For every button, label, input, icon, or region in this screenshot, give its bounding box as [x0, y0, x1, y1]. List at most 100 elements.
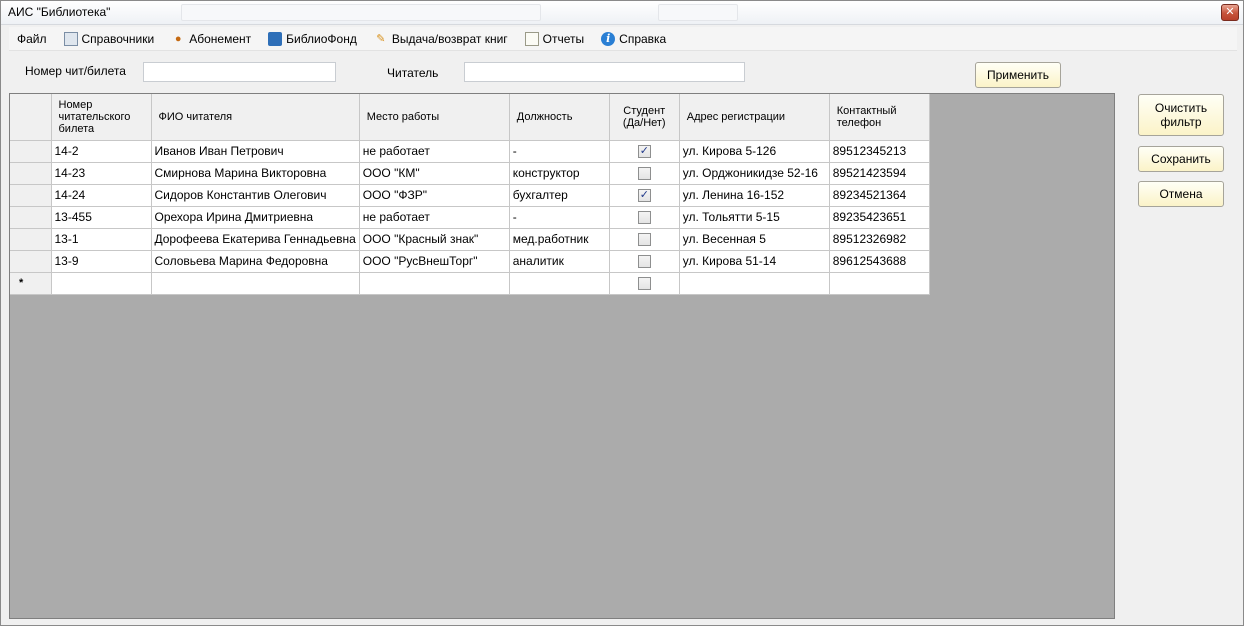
student-checkbox[interactable]: [637, 167, 651, 181]
student-checkbox[interactable]: [637, 144, 651, 159]
cell-phone[interactable]: [829, 272, 930, 295]
cell-work[interactable]: ООО "РусВнешТорг": [359, 250, 510, 273]
cell-ticket[interactable]: 14-24: [51, 184, 152, 207]
cell-phone[interactable]: 89612543688: [829, 250, 930, 273]
cell-address[interactable]: ул. Орджоникидзе 52-16: [679, 162, 830, 185]
cell-student[interactable]: [609, 250, 680, 273]
student-checkbox[interactable]: [637, 277, 651, 291]
cell-address[interactable]: ул. Ленина 16-152: [679, 184, 830, 207]
cell-ticket[interactable]: [51, 272, 152, 295]
cell-work[interactable]: не работает: [359, 206, 510, 229]
cell-position[interactable]: бухгалтер: [509, 184, 610, 207]
title-bar: АИС "Библиотека" ✕: [1, 1, 1243, 25]
new-row[interactable]: *: [10, 272, 930, 295]
cell-phone[interactable]: 89235423651: [829, 206, 930, 229]
cell-phone[interactable]: 89521423594: [829, 162, 930, 185]
cell-name[interactable]: Смирнова Марина Викторовна: [151, 162, 360, 185]
column-header-ticket[interactable]: Номер читательского билета: [51, 94, 152, 141]
cell-work[interactable]: ООО "ФЗР": [359, 184, 510, 207]
student-checkbox[interactable]: [637, 233, 651, 247]
row-header[interactable]: [10, 250, 52, 273]
row-header[interactable]: [10, 184, 52, 207]
student-checkbox[interactable]: [637, 188, 651, 203]
cell-address[interactable]: ул. Тольятти 5-15: [679, 206, 830, 229]
cell-name[interactable]: [151, 272, 360, 295]
cell-name[interactable]: Соловьева Марина Федоровна: [151, 250, 360, 273]
menu-subscription[interactable]: ● Абонемент: [163, 28, 260, 50]
menu-reports[interactable]: Отчеты: [517, 28, 593, 50]
close-button[interactable]: ✕: [1221, 4, 1239, 21]
column-header-phone[interactable]: Контактный телефон: [829, 94, 930, 141]
cell-address[interactable]: [679, 272, 830, 295]
cell-ticket[interactable]: 13-9: [51, 250, 152, 273]
cell-ticket[interactable]: 13-455: [51, 206, 152, 229]
row-header[interactable]: [10, 162, 52, 185]
cell-name[interactable]: Орехора Ирина Дмитриевна: [151, 206, 360, 229]
cell-position[interactable]: -: [509, 206, 610, 229]
cell-work[interactable]: ООО "Красный знак": [359, 228, 510, 251]
table-row[interactable]: 13-455 Орехора Ирина Дмитриевна не работ…: [10, 206, 930, 229]
background-window-ghost: [658, 4, 738, 21]
column-header-student[interactable]: Студент (Да/Нет): [609, 94, 680, 141]
pencil-icon: ✎: [376, 33, 386, 45]
cell-student[interactable]: [609, 184, 680, 207]
cell-student[interactable]: [609, 162, 680, 185]
column-header-address[interactable]: Адрес регистрации: [679, 94, 830, 141]
reader-filter-input[interactable]: [464, 62, 745, 82]
column-header-work[interactable]: Место работы: [359, 94, 510, 141]
row-header[interactable]: [10, 228, 52, 251]
apply-button[interactable]: Применить: [975, 62, 1061, 88]
table-row[interactable]: 14-2 Иванов Иван Петрович не работает - …: [10, 140, 930, 163]
save-button[interactable]: Сохранить: [1138, 146, 1224, 172]
cell-address[interactable]: ул. Весенная 5: [679, 228, 830, 251]
cell-position[interactable]: мед.работник: [509, 228, 610, 251]
column-header-position[interactable]: Должность: [509, 94, 610, 141]
cell-position[interactable]: [509, 272, 610, 295]
cell-phone[interactable]: 89512326982: [829, 228, 930, 251]
cell-address[interactable]: ул. Кирова 5-126: [679, 140, 830, 163]
menu-file[interactable]: Файл: [9, 28, 56, 50]
cell-address[interactable]: ул. Кирова 51-14: [679, 250, 830, 273]
ticket-filter-input[interactable]: [143, 62, 336, 82]
row-header-corner[interactable]: [10, 94, 52, 141]
menu-references[interactable]: Справочники: [56, 28, 164, 50]
close-icon: ✕: [1225, 6, 1235, 18]
row-header[interactable]: [10, 140, 52, 163]
cell-name[interactable]: Дорофеева Екатерива Геннадьевна: [151, 228, 360, 251]
student-checkbox[interactable]: [637, 255, 651, 269]
table-row[interactable]: 14-23 Смирнова Марина Викторовна ООО "КМ…: [10, 162, 930, 185]
cell-phone[interactable]: 89512345213: [829, 140, 930, 163]
cell-ticket[interactable]: 13-1: [51, 228, 152, 251]
cell-phone[interactable]: 89234521364: [829, 184, 930, 207]
column-header-name[interactable]: ФИО читателя: [151, 94, 360, 141]
menu-help[interactable]: i Справка: [593, 28, 675, 50]
cell-name[interactable]: Сидоров Константив Олегович: [151, 184, 360, 207]
cell-position[interactable]: аналитик: [509, 250, 610, 273]
cell-position[interactable]: конструктор: [509, 162, 610, 185]
header-row: Номер читательского билета ФИО читателя …: [10, 94, 930, 141]
cell-ticket[interactable]: 14-2: [51, 140, 152, 163]
cell-student[interactable]: [609, 140, 680, 163]
background-window-ghost: [181, 4, 541, 21]
cell-student[interactable]: [609, 228, 680, 251]
clear-filter-button[interactable]: Очистить фильтр: [1138, 94, 1224, 136]
cell-ticket[interactable]: 14-23: [51, 162, 152, 185]
menu-library-fund[interactable]: БиблиоФонд: [260, 28, 366, 50]
table-row[interactable]: 13-9 Соловьева Марина Федоровна ООО "Рус…: [10, 250, 930, 273]
cell-student[interactable]: [609, 272, 680, 295]
row-header[interactable]: [10, 206, 52, 229]
table-row[interactable]: 13-1 Дорофеева Екатерива Геннадьевна ООО…: [10, 228, 930, 251]
student-checkbox[interactable]: [637, 211, 651, 225]
menu-issue-return[interactable]: ✎ Выдача/возврат книг: [366, 28, 517, 50]
cell-work[interactable]: не работает: [359, 140, 510, 163]
cell-position[interactable]: -: [509, 140, 610, 163]
cell-work[interactable]: [359, 272, 510, 295]
cancel-button[interactable]: Отмена: [1138, 181, 1224, 207]
cell-name[interactable]: Иванов Иван Петрович: [151, 140, 360, 163]
new-row-header[interactable]: *: [10, 272, 52, 295]
menu-item-label: Справка: [619, 31, 667, 46]
cell-student[interactable]: [609, 206, 680, 229]
cell-work[interactable]: ООО "КМ": [359, 162, 510, 185]
readers-grid[interactable]: Номер читательского билета ФИО читателя …: [9, 93, 1115, 619]
table-row[interactable]: 14-24 Сидоров Константив Олегович ООО "Ф…: [10, 184, 930, 207]
